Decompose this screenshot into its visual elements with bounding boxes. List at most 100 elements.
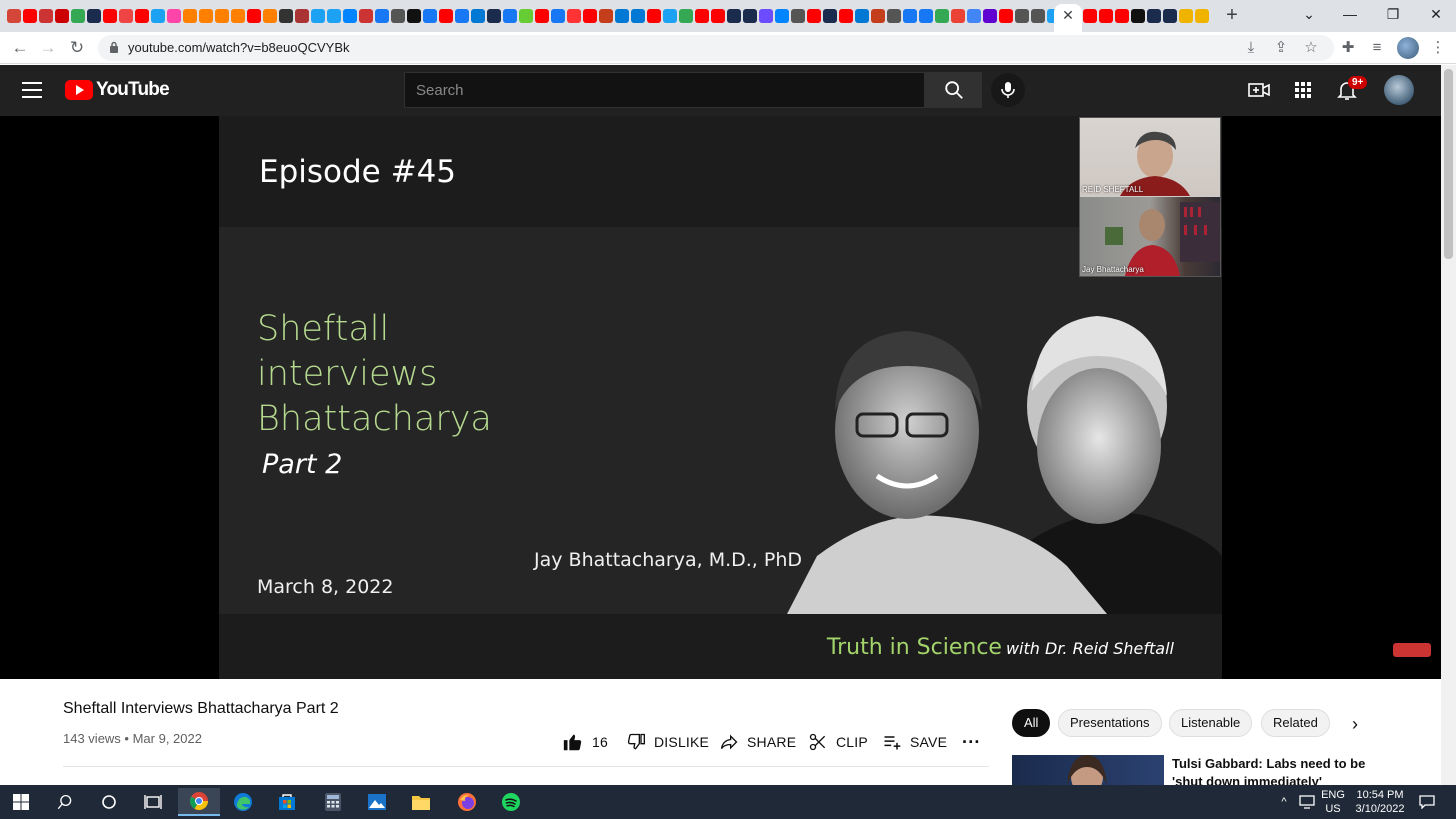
close-tab-icon[interactable]: ✕ <box>1059 6 1077 24</box>
chevron-right-icon[interactable]: › <box>1343 713 1367 737</box>
tab-favicon-icon[interactable] <box>1083 9 1097 23</box>
search-input[interactable] <box>405 73 924 107</box>
tab-search-icon[interactable]: ⌄ <box>1294 4 1324 24</box>
edge-taskbar-icon[interactable] <box>222 788 264 816</box>
tab-favicon-icon[interactable] <box>119 9 133 23</box>
tab-favicon-icon[interactable] <box>999 9 1013 23</box>
share-button[interactable]: SHARE <box>719 730 796 754</box>
media-control-icon[interactable]: ≡ <box>1366 37 1388 59</box>
tab-favicon-icon[interactable] <box>599 9 613 23</box>
video-player[interactable]: Episode #45 Sheftall interviews Bhattach… <box>0 116 1441 679</box>
tab-favicon-icon[interactable] <box>135 9 149 23</box>
tab-favicon-icon[interactable] <box>567 9 581 23</box>
tab-favicon-icon[interactable] <box>1115 9 1129 23</box>
tab-favicon-icon[interactable] <box>535 9 549 23</box>
tab-favicon-icon[interactable] <box>1195 9 1209 23</box>
language-indicator[interactable]: ENG US <box>1319 785 1347 819</box>
action-center-icon[interactable] <box>1414 785 1440 819</box>
tab-favicon-icon[interactable] <box>1163 9 1177 23</box>
tab-favicon-icon[interactable] <box>919 9 933 23</box>
more-actions-icon[interactable]: ··· <box>962 730 981 754</box>
bookmark-star-icon[interactable]: ☆ <box>1300 37 1322 59</box>
tab-favicon-icon[interactable] <box>167 9 181 23</box>
file-explorer-taskbar-icon[interactable] <box>400 788 442 816</box>
tab-favicon-icon[interactable] <box>727 9 741 23</box>
tab-favicon-icon[interactable] <box>1031 9 1045 23</box>
browser-menu-icon[interactable]: ⋮ <box>1427 37 1449 59</box>
reload-icon[interactable]: ↻ <box>65 36 89 60</box>
extensions-icon[interactable]: ✚ <box>1337 37 1359 59</box>
tab-favicon-icon[interactable] <box>807 9 821 23</box>
tab-favicon-icon[interactable] <box>695 9 709 23</box>
chip-related[interactable]: Related <box>1261 709 1330 737</box>
taskbar-search-icon[interactable] <box>44 788 86 816</box>
guide-menu-icon[interactable] <box>22 82 42 98</box>
tab-favicon-icon[interactable] <box>327 9 341 23</box>
tab-favicon-icon[interactable] <box>71 9 85 23</box>
tab-favicon-icon[interactable] <box>615 9 629 23</box>
tab-favicon-icon[interactable] <box>407 9 421 23</box>
firefox-taskbar-icon[interactable] <box>446 788 488 816</box>
cortana-icon[interactable] <box>88 788 130 816</box>
tab-favicon-icon[interactable] <box>791 9 805 23</box>
tab-favicon-icon[interactable] <box>951 9 965 23</box>
tab-favicon-icon[interactable] <box>23 9 37 23</box>
tab-favicon-icon[interactable] <box>583 9 597 23</box>
start-windows-icon[interactable] <box>0 788 42 816</box>
show-hidden-icons-icon[interactable]: ^ <box>1274 785 1294 819</box>
tab-favicon-icon[interactable] <box>231 9 245 23</box>
clip-button[interactable]: CLIP <box>808 730 868 754</box>
chip-listenable[interactable]: Listenable <box>1169 709 1253 737</box>
tab-favicon-icon[interactable] <box>663 9 677 23</box>
tab-favicon-icon[interactable] <box>679 9 693 23</box>
spotify-taskbar-icon[interactable] <box>490 788 532 816</box>
tab-favicon-icon[interactable] <box>711 9 725 23</box>
new-tab-button[interactable]: + <box>1221 4 1243 26</box>
browser-profile-avatar[interactable] <box>1397 37 1419 59</box>
photos-taskbar-icon[interactable] <box>356 788 398 816</box>
tab-favicon-icon[interactable] <box>487 9 501 23</box>
tab-favicon-icon[interactable] <box>631 9 645 23</box>
tab-favicon-icon[interactable] <box>183 9 197 23</box>
tab-favicon-icon[interactable] <box>887 9 901 23</box>
restore-button[interactable]: ❐ <box>1378 4 1408 24</box>
tab-favicon-icon[interactable] <box>151 9 165 23</box>
tab-favicon-icon[interactable] <box>967 9 981 23</box>
account-avatar[interactable] <box>1384 75 1414 105</box>
tab-favicon-icon[interactable] <box>375 9 389 23</box>
tab-favicon-icon[interactable] <box>455 9 469 23</box>
tab-favicon-icon[interactable] <box>983 9 997 23</box>
clock[interactable]: 10:54 PM 3/10/2022 <box>1350 785 1410 819</box>
install-icon[interactable]: ⤓ <box>1240 37 1262 59</box>
tab-favicon-icon[interactable] <box>247 9 261 23</box>
network-icon[interactable] <box>1296 785 1318 819</box>
tab-favicon-icon[interactable] <box>295 9 309 23</box>
address-bar[interactable]: youtube.com/watch?v=b8euoQCVYBk ⤓ ⇪ ☆ <box>98 35 1334 61</box>
tab-favicon-icon[interactable] <box>551 9 565 23</box>
dislike-button[interactable]: DISLIKE <box>626 730 709 754</box>
create-video-icon[interactable] <box>1247 78 1271 102</box>
tab-favicon-icon[interactable] <box>839 9 853 23</box>
tab-favicon-icon[interactable] <box>359 9 373 23</box>
scrollbar-thumb[interactable] <box>1444 69 1453 259</box>
back-icon[interactable]: ← <box>8 36 32 60</box>
search-button[interactable] <box>925 72 982 108</box>
chip-all[interactable]: All <box>1012 709 1051 737</box>
forward-icon[interactable]: → <box>36 36 60 60</box>
tab-favicon-icon[interactable] <box>855 9 869 23</box>
tab-favicon-icon[interactable] <box>55 9 69 23</box>
tab-favicon-icon[interactable] <box>759 9 773 23</box>
apps-grid-icon[interactable] <box>1291 78 1315 102</box>
tab-favicon-icon[interactable] <box>1099 9 1113 23</box>
tab-favicon-icon[interactable] <box>423 9 437 23</box>
tab-favicon-icon[interactable] <box>647 9 661 23</box>
tab-favicon-icon[interactable] <box>743 9 757 23</box>
store-taskbar-icon[interactable] <box>266 788 308 816</box>
tab-favicon-icon[interactable] <box>903 9 917 23</box>
tab-favicon-icon[interactable] <box>103 9 117 23</box>
like-button[interactable]: 16 <box>562 730 608 754</box>
close-window-button[interactable]: ✕ <box>1421 4 1451 24</box>
voice-search-button[interactable] <box>991 73 1025 107</box>
task-view-icon[interactable] <box>132 788 174 816</box>
tab-favicon-icon[interactable] <box>39 9 53 23</box>
